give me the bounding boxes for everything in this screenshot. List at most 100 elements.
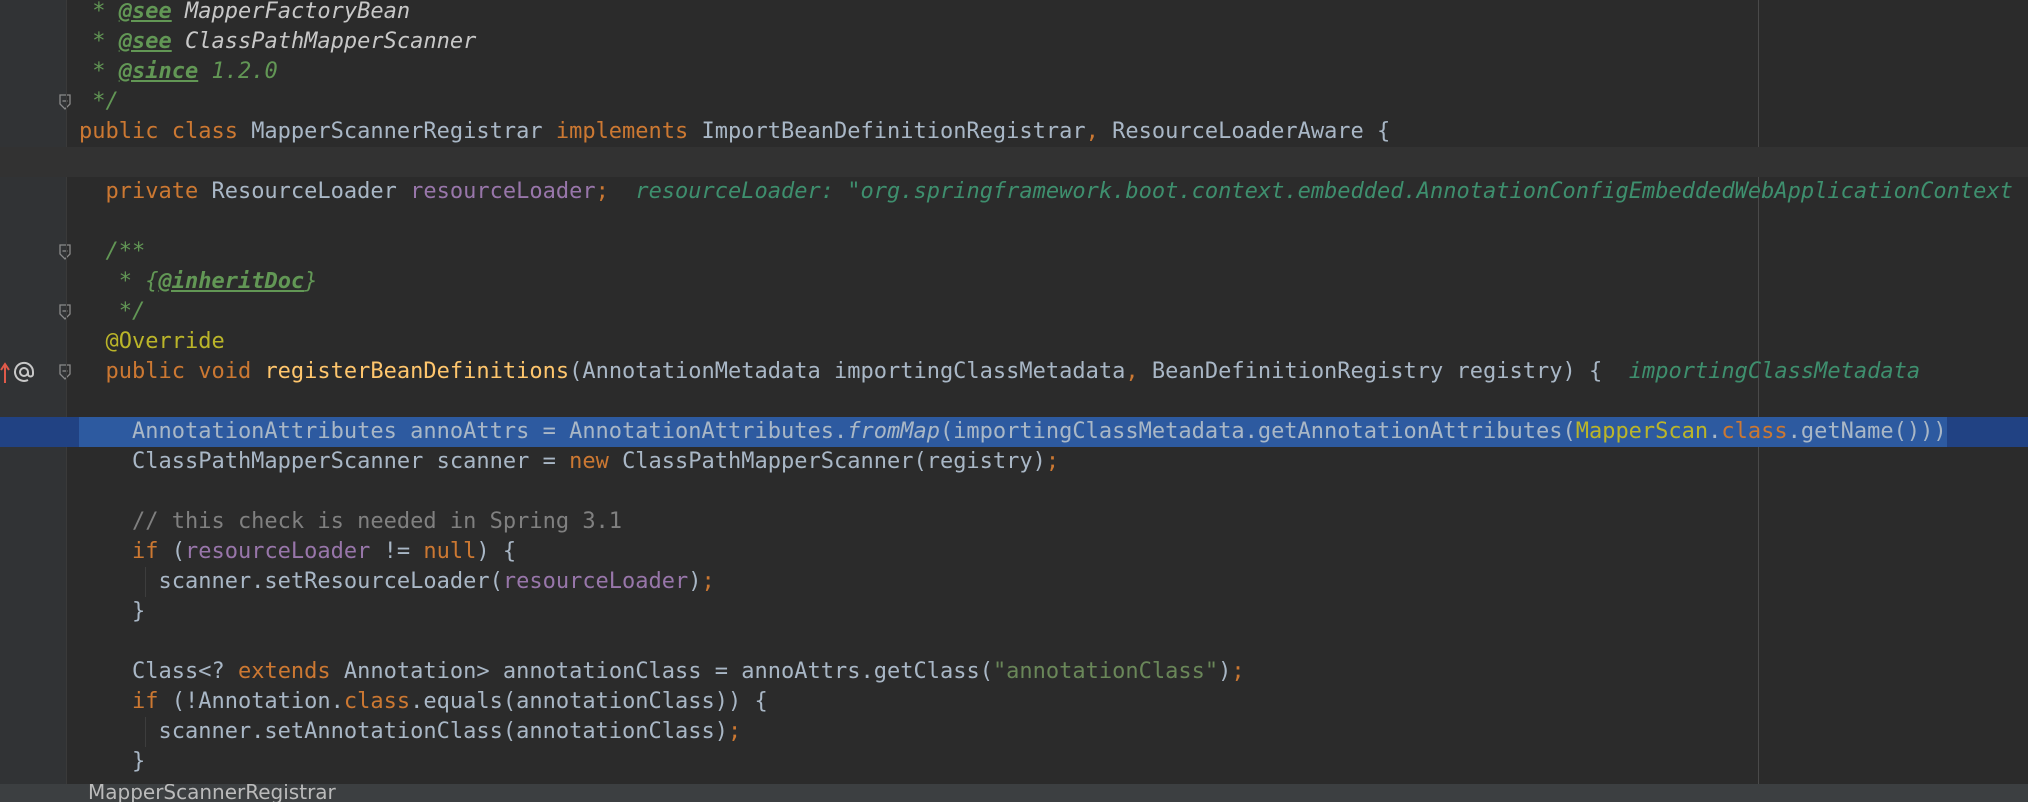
code-line-text: public class MapperScannerRegistrar impl…	[79, 117, 1390, 147]
code-token: )	[688, 569, 702, 594]
code-line-text: public void registerBeanDefinitions(Anno…	[79, 357, 1920, 387]
code-token: ResourceLoaderAware {	[1112, 119, 1391, 144]
code-line[interactable]: * {@inheritDoc}	[0, 267, 2028, 297]
code-line[interactable]: Class<? extends Annotation> annotationCl…	[0, 657, 2028, 687]
code-line[interactable]: scanner.setAnnotationClass(annotationCla…	[0, 717, 2028, 747]
code-line[interactable]: if (resourceLoader != null) {	[0, 537, 2028, 567]
code-line[interactable]: scanner.setResourceLoader(resourceLoader…	[0, 567, 2028, 597]
code-line-text: @Override	[79, 327, 225, 357]
code-token: @see	[118, 0, 172, 24]
code-token: ;	[595, 179, 609, 204]
code-token: }	[304, 269, 318, 294]
code-token: ,	[1125, 359, 1152, 384]
code-token: if	[79, 539, 172, 564]
code-token: ImportBeanDefinitionRegistrar	[701, 119, 1086, 144]
code-token: /**	[79, 239, 146, 264]
code-token: implements	[555, 119, 702, 144]
code-line[interactable]: * @see ClassPathMapperScanner	[0, 27, 2028, 57]
code-token: @see	[118, 29, 172, 54]
code-line[interactable]: * @since 1.2.0	[0, 57, 2028, 87]
code-token: fromMap	[847, 419, 940, 444]
code-token: public class	[79, 119, 252, 144]
code-line-text: * @see ClassPathMapperScanner	[79, 27, 476, 57]
code-line[interactable]: if (!Annotation.class.equals(annotationC…	[0, 687, 2028, 717]
code-token: ;	[701, 569, 715, 594]
code-line-text: // this check is needed in Spring 3.1	[79, 507, 622, 537]
code-line-text: * @since 1.2.0	[79, 57, 278, 87]
code-token: null	[423, 539, 477, 564]
code-token: new	[569, 449, 623, 474]
code-token: MapperScan	[1575, 419, 1709, 444]
code-line[interactable]: AnnotationAttributes annoAttrs = Annotat…	[0, 417, 2028, 447]
code-line-text: if (resourceLoader != null) {	[79, 537, 516, 567]
code-token: @since	[118, 59, 199, 84]
code-area[interactable]: * @see MapperFactoryBean * @see ClassPat…	[0, 0, 2028, 784]
code-editor[interactable]: * @see MapperFactoryBean * @see ClassPat…	[0, 0, 2028, 784]
code-token: ;	[1231, 659, 1245, 684]
code-token: (	[171, 539, 185, 564]
code-token: Annotation> annotationClass = annoAttrs.…	[343, 659, 993, 684]
code-token: }	[79, 599, 146, 624]
code-token: ) {	[476, 539, 517, 564]
code-token: .	[1708, 419, 1722, 444]
code-line[interactable]	[0, 387, 2028, 417]
code-token: (importingClassMetadata.getAnnotationAtt…	[939, 419, 1576, 444]
code-token: @Override	[79, 329, 225, 354]
code-token: ;	[728, 719, 742, 744]
code-line-text: Class<? extends Annotation> annotationCl…	[79, 657, 1245, 687]
code-line[interactable]: // this check is needed in Spring 3.1	[0, 507, 2028, 537]
code-line[interactable]	[0, 147, 2028, 177]
code-token: Class<?	[79, 659, 238, 684]
code-token: registerBeanDefinitions	[264, 359, 570, 384]
code-token: ;	[1045, 449, 1060, 474]
code-token: resourceLoader	[184, 539, 384, 564]
code-token: }	[79, 749, 146, 774]
code-line[interactable]: private ResourceLoader resourceLoader; r…	[0, 177, 2028, 207]
code-line[interactable]	[0, 627, 2028, 657]
code-token: resourceLoader	[502, 569, 689, 594]
code-token: AnnotationAttributes annoAttrs = Annotat…	[79, 419, 848, 444]
code-token: */	[79, 89, 119, 114]
code-line[interactable]	[0, 207, 2028, 237]
breadcrumb-class[interactable]: MapperScannerRegistrar	[88, 784, 336, 802]
code-line-text: */	[79, 297, 146, 327]
code-token: ClassPathMapperScanner	[171, 29, 477, 54]
code-line[interactable]: public class MapperScannerRegistrar impl…	[0, 117, 2028, 147]
code-line-text: AnnotationAttributes annoAttrs = Annotat…	[79, 417, 1947, 447]
code-line[interactable]: public void registerBeanDefinitions(Anno…	[0, 357, 2028, 387]
code-line[interactable]	[0, 477, 2028, 507]
code-token: private	[79, 179, 212, 204]
code-token: *	[79, 29, 119, 54]
code-token: (AnnotationMetadata importingClassMetada…	[569, 359, 1126, 384]
code-line[interactable]: }	[0, 597, 2028, 627]
code-token: importingClassMetadata	[1602, 359, 1921, 384]
code-token: !=	[383, 539, 424, 564]
code-line-text: ClassPathMapperScanner scanner = new Cla…	[79, 447, 1059, 477]
code-line[interactable]: * @see MapperFactoryBean	[0, 0, 2028, 27]
code-token: ClassPathMapperScanner(registry)	[622, 449, 1046, 474]
code-token: *	[79, 59, 119, 84]
code-line-text: }	[79, 747, 145, 777]
code-token: BeanDefinitionRegistry registry) {	[1151, 359, 1603, 384]
code-line[interactable]: ClassPathMapperScanner scanner = new Cla…	[0, 447, 2028, 477]
code-token: "annotationClass"	[992, 659, 1219, 684]
code-line[interactable]: */	[0, 87, 2028, 117]
code-token: .getName()))	[1787, 419, 1947, 444]
code-line-text: */	[79, 87, 119, 117]
code-token: */	[79, 299, 146, 324]
code-line-text: if (!Annotation.class.equals(annotationC…	[79, 687, 768, 717]
code-token: class	[1721, 419, 1788, 444]
code-token: ResourceLoader	[211, 179, 411, 204]
code-line-text: scanner.setResourceLoader(resourceLoader…	[79, 567, 715, 597]
code-line[interactable]: }	[0, 747, 2028, 777]
code-line[interactable]: /**	[0, 237, 2028, 267]
code-line-text: private ResourceLoader resourceLoader; r…	[79, 177, 2013, 207]
code-token: resourceLoader: "org.springframework.boo…	[608, 179, 2013, 204]
code-token: MapperScannerRegistrar	[251, 119, 556, 144]
code-token: 1.2.0	[198, 59, 278, 84]
code-token: class	[343, 689, 411, 714]
code-line[interactable]: */	[0, 297, 2028, 327]
code-token: // this check is needed in Spring 3.1	[79, 509, 623, 534]
code-line[interactable]: @Override	[0, 327, 2028, 357]
code-token: public void	[79, 359, 265, 384]
